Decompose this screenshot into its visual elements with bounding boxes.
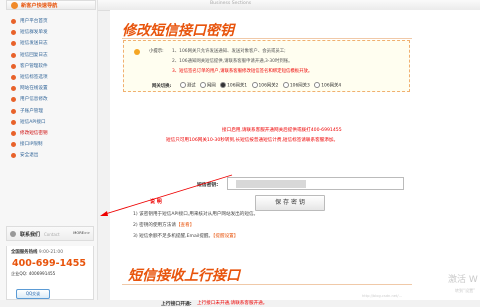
sidebar-item-sub-accounts[interactable]: 子账户管理	[10, 106, 94, 117]
bullet-icon	[11, 86, 16, 92]
contact-header: 联系我们 Contact MORE>>	[6, 226, 94, 241]
bullet-icon	[11, 119, 16, 125]
hotline-number: 400-699-1455	[12, 258, 86, 269]
gateway-option-label: 网网	[206, 83, 216, 89]
sidebar: 新客户快速导航 用户平台首页 短信群发单发 短信发送日志 短信回复日志 客户管理…	[0, 0, 98, 300]
contact-subtitle: Contact	[44, 232, 60, 237]
gateway-option-label: 106网关1	[227, 83, 248, 89]
note-1: 1) 该密钥用于短信API接口,用来核对从用户网站发出的短信。	[133, 211, 258, 217]
gateway-radio-106-3[interactable]	[282, 82, 289, 88]
sidebar-item-send-sms[interactable]: 短信群发单发	[10, 27, 94, 38]
bullet-icon	[11, 19, 16, 24]
bullet-icon	[11, 130, 16, 136]
gateway-radio-test[interactable]	[179, 82, 186, 88]
sidebar-item-change-key[interactable]: 修改短信密钥	[10, 128, 94, 139]
tip-1: 1、106网关只允许发送通知、发送对象客户、会员或员工;	[172, 49, 286, 54]
bullet-icon	[11, 63, 16, 69]
gateway-option-label: 106网关2	[258, 83, 279, 89]
hotline-label: 全国服务热线	[11, 250, 38, 255]
hotline-hours: 全国服务热线 9:00-21:00	[11, 249, 63, 255]
sidebar-item-reply-log[interactable]: 短信回复日志	[10, 50, 94, 61]
tip-label: 小提示:	[149, 49, 164, 54]
save-key-button[interactable]: 保 存 密 钥	[255, 195, 325, 211]
phone-icon	[10, 231, 16, 237]
gateway-label: 网关切换:	[152, 83, 172, 89]
quick-nav-header: 新客户快速导航	[6, 0, 96, 10]
uplink-label: 上行接口开通:	[161, 302, 192, 307]
uplink-section-title: 短信接收上行接口	[128, 268, 240, 284]
bullet-icon	[11, 41, 16, 47]
nav-title: 新客户快速导航	[21, 3, 58, 9]
sidebar-menu: 用户平台首页 短信群发单发 短信发送日志 短信回复日志 客户管理软件 短信标签选…	[10, 16, 94, 161]
contact-panel: 全国服务热线 9:00-21:00 400-699-1455 企业QQ: 400…	[6, 246, 94, 300]
tip-box: 小提示: 1、106网关只允许发送通知、发送对象客户、会员或员工; 2、106通…	[123, 40, 410, 92]
note-text: 2) 密钥的使用方法请	[133, 223, 176, 228]
gateway-switch: 网关切换: 测试 网网 106网关1 106网关2 106网关3 106网关4	[152, 82, 341, 89]
note-text: 1) 该密钥用于短信API接口,用来核对从用户网站发出的短信。	[133, 212, 259, 217]
sidebar-item-home[interactable]: 用户平台首页	[10, 16, 94, 27]
bullet-icon	[11, 74, 16, 80]
main-content: 修改短信接口密钥 小提示: 1、106网关只允许发送通知、发送对象客户、会员或员…	[110, 10, 480, 307]
notice-line-2: 短信只可用106网关10-30秒转到,长短信按普通短信计费,短信标签请联系客服添…	[166, 138, 339, 143]
section-divider	[122, 284, 412, 285]
reminder-settings-link[interactable]: 【提醒设置】	[213, 234, 238, 239]
gateway-option-label: 106网关4	[321, 83, 342, 89]
bullet-icon	[11, 142, 16, 148]
masked-key-value	[236, 180, 306, 188]
sidebar-item-sms-tags[interactable]: 短信标签选项	[10, 72, 94, 83]
qq-chat-button[interactable]: QQ交谈	[16, 289, 50, 299]
gateway-radio-106-2[interactable]	[251, 82, 258, 88]
bullet-icon	[11, 52, 16, 58]
key-field-label: 短信密钥:	[197, 183, 219, 188]
tip-2: 2、106通知网关短信提供,请联系客服申请开通,3-30时到账。	[172, 59, 293, 64]
sidebar-item-logout[interactable]: 安全退出	[10, 150, 94, 161]
gateway-radio-106-4[interactable]	[314, 82, 321, 88]
bullet-icon	[11, 108, 16, 114]
notes-title: 说 明	[150, 199, 162, 205]
enterprise-qq: 企业QQ: 4006991455	[11, 271, 56, 276]
activation-watermark: 激活 W	[448, 275, 478, 285]
hotline-time: 9:00-21:00	[38, 250, 63, 255]
page-title: 修改短信接口密钥	[122, 23, 234, 39]
gateway-option-label: 106网关3	[289, 83, 310, 89]
activation-hint: 转到“设置”	[455, 288, 476, 293]
bullet-icon	[11, 97, 16, 103]
view-usage-link[interactable]: 【查看】	[176, 223, 194, 228]
sms-key-input[interactable]	[227, 177, 404, 190]
sidebar-item-send-log[interactable]: 短信发送日志	[10, 38, 94, 49]
gateway-option-label: 测试	[186, 83, 196, 89]
notice-line-1: 接口启用,请联系客服开通网关后提供或拨打400-6991455	[222, 128, 342, 133]
sidebar-item-sms-api[interactable]: 短信API接口	[10, 117, 94, 128]
bullet-icon	[11, 30, 16, 36]
blog-watermark: http://blog.csdn.net/...	[362, 294, 402, 298]
sidebar-item-user-info[interactable]: 用户信息修改	[10, 94, 94, 105]
title-divider	[122, 38, 412, 39]
note-2: 2) 密钥的使用方法请【查看】	[133, 222, 194, 228]
contact-title: 联系我们	[20, 232, 41, 238]
note-text: 3) 短信余额不足多机提醒,Email提醒。	[133, 234, 214, 239]
tip-3: 3、短信签名订单的用户,请联系客服修改短信签名和绑定短信模板开放。	[172, 69, 313, 74]
gateway-radio-net[interactable]	[199, 82, 206, 88]
business-sections-label: Business Sections	[210, 1, 252, 6]
arrow-head	[100, 211, 108, 216]
sidebar-item-crm[interactable]: 客户管理软件	[10, 61, 94, 72]
bullet-icon	[11, 153, 16, 159]
sidebar-item-site-settings[interactable]: 网站在线设置	[10, 83, 94, 94]
sidebar-item-ip-limit[interactable]: 接口IP限制	[10, 139, 94, 150]
gateway-radio-106-1[interactable]	[220, 82, 227, 88]
contact-more-link[interactable]: MORE>>	[73, 231, 90, 235]
uplink-status: 上行接口未开通,请联系客服开通。	[197, 301, 268, 306]
note-3: 3) 短信余额不足多机提醒,Email提醒。【提醒设置】	[133, 233, 238, 239]
nav-star-icon	[11, 2, 18, 9]
info-icon	[134, 49, 140, 55]
